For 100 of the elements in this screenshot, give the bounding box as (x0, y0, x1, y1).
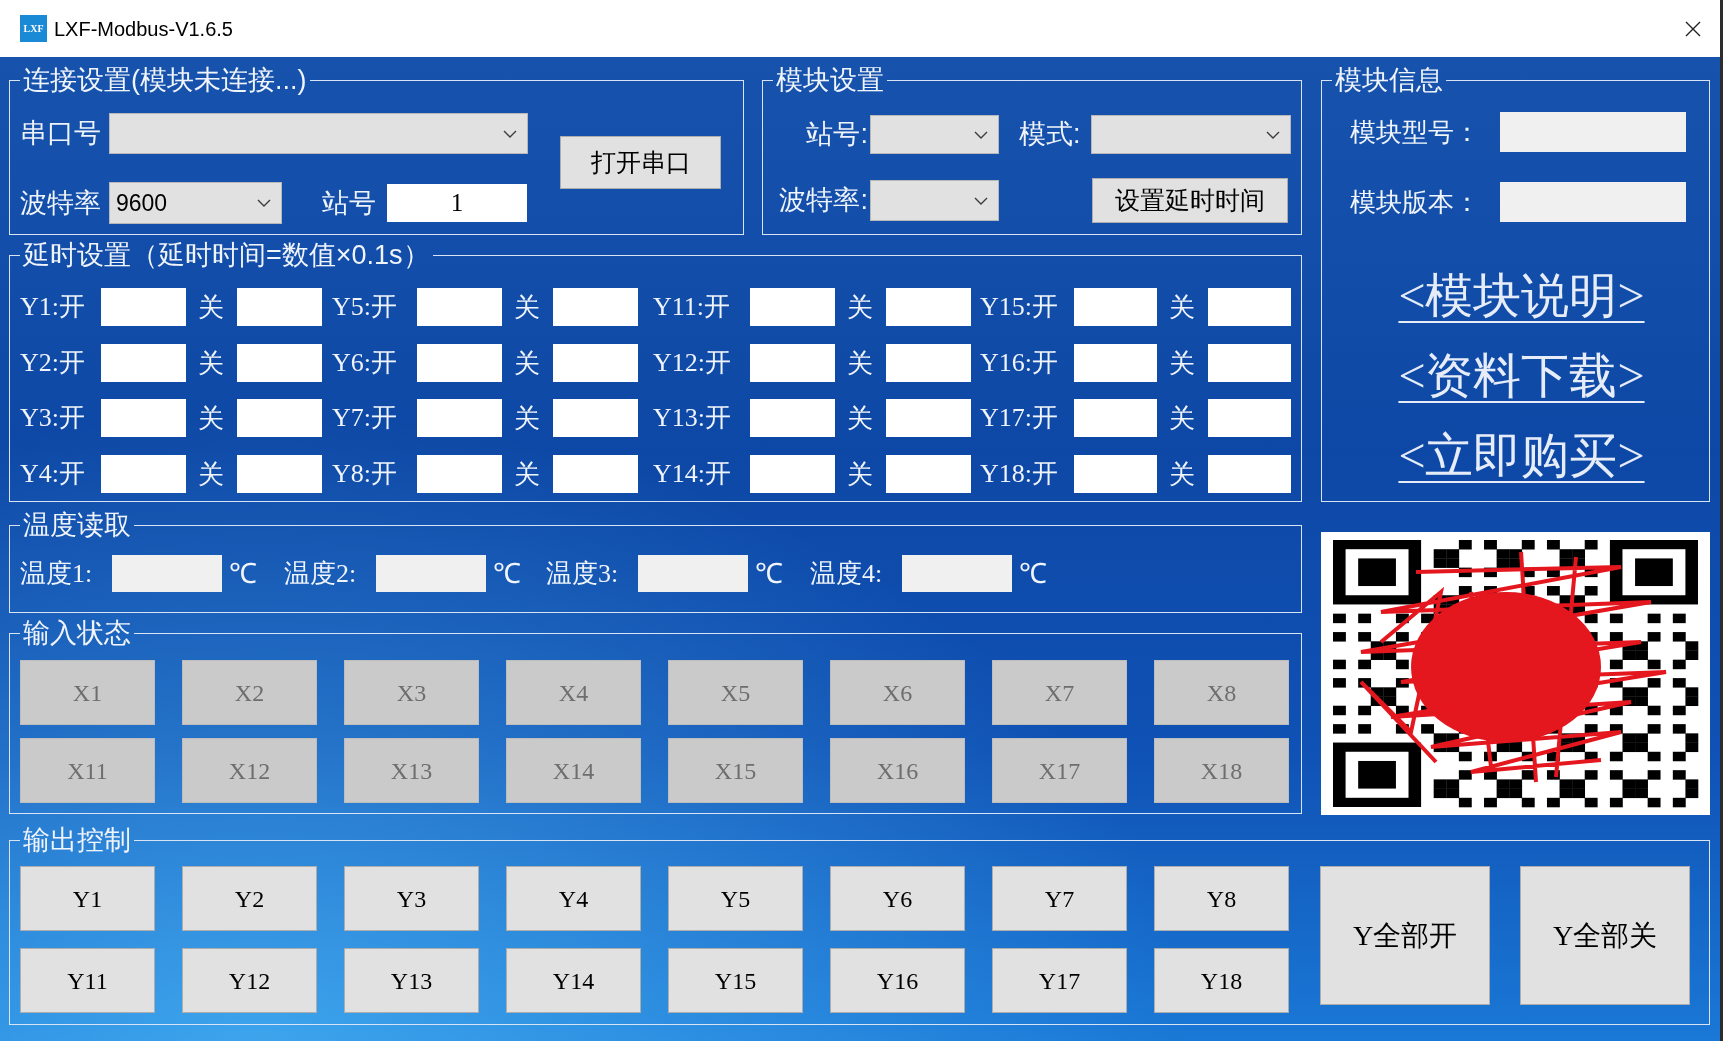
output-button[interactable]: Y6 (830, 866, 965, 931)
delay-field[interactable] (750, 343, 835, 382)
temperature-label: 温度1: (20, 560, 93, 587)
on-delay-label: Y16:开 (980, 349, 1058, 376)
text-link[interactable]: <资料下载> (1398, 347, 1645, 405)
dropdown[interactable] (109, 113, 528, 154)
delay-field[interactable] (1074, 454, 1157, 493)
all-outputs-button[interactable]: Y全部关 (1520, 866, 1690, 1005)
delay-field[interactable] (886, 454, 971, 493)
delay-field[interactable] (886, 288, 971, 326)
delay-field[interactable] (417, 399, 502, 437)
delay-field[interactable] (553, 399, 638, 437)
text-link[interactable]: <立即购买> (1398, 427, 1645, 485)
open-port-button[interactable]: 打开串口 (560, 136, 721, 189)
group-title: 连接设置(模块未连接...) (22, 64, 308, 96)
delay-field[interactable] (750, 454, 835, 493)
on-delay-label: Y12:开 (653, 349, 731, 376)
delay-field[interactable] (750, 288, 835, 326)
temperature-label: 温度4: (810, 560, 883, 587)
on-delay-label: Y8:开 (332, 460, 397, 487)
off-delay-label: 关 (514, 460, 540, 487)
unit-label: ℃ (493, 559, 521, 588)
delay-field[interactable] (101, 288, 186, 326)
input-indicator: X15 (668, 738, 803, 803)
delay-field[interactable] (101, 343, 186, 382)
input-indicator: X7 (992, 660, 1127, 725)
output-button[interactable]: Y14 (506, 948, 641, 1013)
input-indicator: X14 (506, 738, 641, 803)
output-button[interactable]: Y1 (20, 866, 155, 931)
output-button[interactable]: Y12 (182, 948, 317, 1013)
set-delay-button[interactable]: 设置延时时间 (1092, 178, 1288, 223)
output-button[interactable]: Y13 (344, 948, 479, 1013)
delay-field[interactable] (101, 454, 186, 493)
unit-label: ℃ (1019, 559, 1047, 588)
delay-field[interactable] (101, 399, 186, 437)
delay-field[interactable] (886, 399, 971, 437)
delay-field[interactable] (1208, 288, 1291, 326)
temperature-label: 温度3: (546, 560, 619, 587)
output-button[interactable]: Y7 (992, 866, 1127, 931)
input-indicator: X2 (182, 660, 317, 725)
dropdown[interactable]: 9600 (109, 182, 282, 224)
on-delay-label: Y6:开 (332, 349, 397, 376)
delay-field[interactable] (237, 399, 322, 437)
off-delay-label: 关 (1169, 460, 1195, 487)
field-label: 模式: (1019, 121, 1081, 148)
output-button[interactable]: Y17 (992, 948, 1127, 1013)
delay-field[interactable] (417, 454, 502, 493)
delay-field[interactable] (1208, 399, 1291, 437)
output-button[interactable]: Y2 (182, 866, 317, 931)
delay-field[interactable] (237, 454, 322, 493)
group-title: 延时设置（延时时间=数值×0.1s） (22, 239, 431, 271)
input-indicator: X16 (830, 738, 965, 803)
on-delay-label: Y18:开 (980, 460, 1058, 487)
delay-field[interactable] (1208, 454, 1291, 493)
field-label: 站号: (806, 121, 868, 148)
chevron-down-icon (974, 130, 988, 139)
delay-field[interactable] (237, 288, 322, 326)
off-delay-label: 关 (198, 460, 224, 487)
delay-field[interactable] (553, 343, 638, 382)
output-button[interactable]: Y16 (830, 948, 965, 1013)
delay-field[interactable] (553, 288, 638, 326)
input-indicator: X4 (506, 660, 641, 725)
output-button[interactable]: Y5 (668, 866, 803, 931)
on-delay-label: Y1:开 (20, 294, 85, 320)
text-field[interactable]: 1 (387, 184, 527, 222)
off-delay-label: 关 (847, 294, 873, 320)
off-delay-label: 关 (847, 405, 873, 431)
off-delay-label: 关 (514, 294, 540, 320)
group-title: 输出控制 (22, 824, 132, 856)
off-delay-label: 关 (1169, 349, 1195, 376)
delay-field[interactable] (417, 288, 502, 326)
dropdown[interactable] (870, 180, 999, 221)
on-delay-label: Y4:开 (20, 460, 85, 487)
delay-field[interactable] (1074, 288, 1157, 326)
text-link[interactable]: <模块说明> (1398, 267, 1645, 325)
delay-field[interactable] (237, 343, 322, 382)
delay-field[interactable] (1074, 343, 1157, 382)
output-button[interactable]: Y3 (344, 866, 479, 931)
delay-field[interactable] (750, 399, 835, 437)
close-icon (1685, 20, 1701, 37)
input-indicator: X12 (182, 738, 317, 803)
off-delay-label: 关 (1169, 294, 1195, 320)
delay-field[interactable] (1074, 399, 1157, 437)
output-button[interactable]: Y4 (506, 866, 641, 931)
all-outputs-button[interactable]: Y全部开 (1320, 866, 1490, 1005)
dropdown[interactable] (870, 115, 999, 154)
delay-field[interactable] (417, 343, 502, 382)
output-button[interactable]: Y18 (1154, 948, 1289, 1013)
delay-field[interactable] (886, 343, 971, 382)
delay-field[interactable] (553, 454, 638, 493)
off-delay-label: 关 (198, 294, 224, 320)
field-label: 模块型号： (1350, 119, 1480, 145)
input-indicator: X6 (830, 660, 965, 725)
output-button[interactable]: Y11 (20, 948, 155, 1013)
dropdown[interactable] (1091, 115, 1291, 154)
delay-field[interactable] (1208, 343, 1291, 382)
off-delay-label: 关 (1169, 405, 1195, 431)
chevron-down-icon (503, 129, 517, 138)
output-button[interactable]: Y8 (1154, 866, 1289, 931)
output-button[interactable]: Y15 (668, 948, 803, 1013)
